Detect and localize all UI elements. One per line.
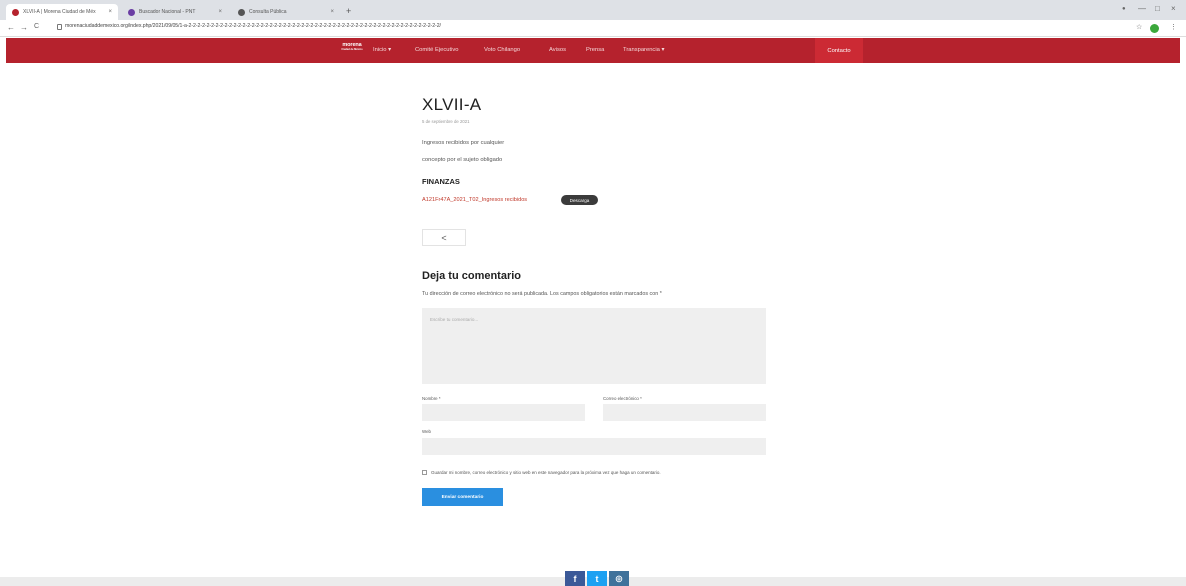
browser-tab-bar: XLVII-A | Morena Ciudad de Méx × Buscado… bbox=[0, 0, 1186, 20]
logo-sub-text: Ciudad de México bbox=[341, 48, 363, 51]
section-heading: FINANZAS bbox=[422, 177, 460, 186]
save-info-label: Guardar mi nombre, correo electrónico y … bbox=[431, 470, 661, 475]
address-bar: ← → C morenaciudaddemexico.org/index.php… bbox=[0, 20, 1186, 37]
previous-post-button[interactable]: < bbox=[422, 229, 466, 246]
download-button[interactable]: Descarga bbox=[561, 195, 598, 205]
comment-note: Tu dirección de correo electrónico no se… bbox=[422, 291, 662, 297]
nav-item-prensa[interactable]: Prensa bbox=[586, 47, 604, 53]
site-navbar: morena Ciudad de México Inicio ▾ Comité … bbox=[6, 38, 1180, 63]
twitter-icon[interactable]: t bbox=[587, 571, 607, 586]
submit-comment-button[interactable]: Enviar comentario bbox=[422, 488, 503, 506]
bookmark-star-icon[interactable]: ☆ bbox=[1136, 23, 1142, 31]
facebook-icon[interactable]: f bbox=[565, 571, 585, 586]
profile-dot-icon[interactable]: ● bbox=[1122, 6, 1126, 12]
comment-section-title: Deja tu comentario bbox=[422, 270, 522, 282]
browser-menu-icon[interactable]: ⋮ bbox=[1170, 23, 1177, 31]
nav-item-voto-chilango[interactable]: Voto Chilango bbox=[484, 47, 520, 53]
close-window-button[interactable]: × bbox=[1171, 4, 1176, 13]
nav-item-avisos[interactable]: Avisos bbox=[549, 47, 566, 53]
new-tab-button[interactable]: + bbox=[346, 6, 351, 16]
nav-item-contacto[interactable]: Contacto bbox=[815, 38, 863, 63]
morena-favicon-icon bbox=[12, 8, 19, 16]
web-field[interactable] bbox=[422, 438, 766, 455]
nav-item-transparencia[interactable]: Transparencia ▾ bbox=[623, 47, 664, 53]
pnt-favicon-icon bbox=[128, 8, 135, 16]
post-text-line-2: concepto por el sujeto obligado bbox=[422, 157, 503, 163]
name-field-label: Nombre * bbox=[422, 396, 441, 401]
nav-item-inicio[interactable]: Inicio ▾ bbox=[373, 47, 391, 53]
morena-logo[interactable]: morena Ciudad de México bbox=[341, 42, 363, 58]
reload-icon[interactable]: C bbox=[34, 23, 39, 30]
close-tab-icon[interactable]: × bbox=[108, 9, 112, 15]
browser-tab-consulta[interactable]: Consulta Pública × bbox=[232, 4, 340, 20]
nav-item-comite-ejecutivo[interactable]: Comité Ejecutivo bbox=[415, 47, 459, 53]
browser-tab-active[interactable]: XLVII-A | Morena Ciudad de Méx × bbox=[6, 4, 118, 20]
save-info-checkbox[interactable] bbox=[422, 470, 427, 475]
lock-icon bbox=[57, 24, 62, 30]
extension-icon[interactable] bbox=[1150, 24, 1159, 33]
email-field[interactable] bbox=[603, 404, 766, 421]
tab-title: Buscador Nacional - PNT bbox=[139, 9, 196, 15]
file-link[interactable]: A121Fr47A_2021_T02_Ingresos recibidos bbox=[422, 197, 527, 203]
web-field-label: Web bbox=[422, 429, 431, 434]
name-field[interactable] bbox=[422, 404, 585, 421]
forward-arrow-icon[interactable]: → bbox=[20, 23, 28, 32]
back-arrow-icon[interactable]: ← bbox=[7, 23, 15, 32]
comment-textarea[interactable]: Escribe tu comentario... bbox=[422, 308, 766, 384]
post-text-line-1: Ingresos recibidos por cualquier bbox=[422, 140, 505, 146]
url-field[interactable]: morenaciudaddemexico.org/index.php/2021/… bbox=[65, 23, 441, 29]
email-field-label: Correo electrónico * bbox=[603, 396, 642, 401]
tab-title: Consulta Pública bbox=[249, 9, 287, 15]
page-title: XLVII-A bbox=[422, 95, 482, 114]
minimize-button[interactable]: — bbox=[1138, 4, 1146, 13]
globe-favicon-icon bbox=[238, 8, 245, 16]
close-tab-icon[interactable]: × bbox=[218, 9, 222, 15]
post-date: 5 de septiembre de 2021 bbox=[422, 119, 470, 124]
instagram-icon[interactable]: ◎ bbox=[609, 571, 629, 586]
save-info-row: Guardar mi nombre, correo electrónico y … bbox=[422, 470, 661, 475]
close-tab-icon[interactable]: × bbox=[330, 9, 334, 15]
browser-tab-pnt[interactable]: Buscador Nacional - PNT × bbox=[122, 4, 228, 20]
tab-title: XLVII-A | Morena Ciudad de Méx bbox=[23, 9, 96, 15]
maximize-button[interactable]: □ bbox=[1155, 4, 1160, 13]
